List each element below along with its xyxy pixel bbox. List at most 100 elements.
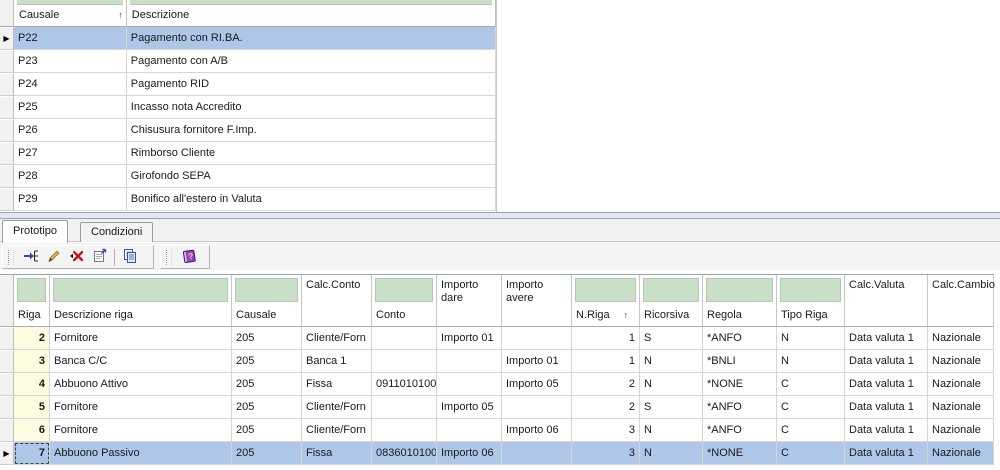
cell-calc_cambio[interactable]: Nazionale <box>928 442 994 465</box>
cell-riga[interactable]: 6 <box>14 419 50 442</box>
row-selector[interactable] <box>0 350 14 373</box>
filter-box[interactable] <box>17 278 46 302</box>
table-row[interactable]: 4Abbuono Attivo205Fissa0911010100Importo… <box>0 373 994 396</box>
cell-causale[interactable]: 205 <box>232 373 302 396</box>
table-row[interactable]: 2Fornitore205Cliente/FornImporto 011S*AN… <box>0 327 994 350</box>
cell-importo_avere[interactable]: Importo 05 <box>502 373 572 396</box>
cell-tipo_riga[interactable]: N <box>777 327 845 350</box>
cell-conto[interactable] <box>372 327 437 350</box>
table-row[interactable]: ▶7Abbuono Passivo205Fissa0836010100Impor… <box>0 442 994 465</box>
column-header-descrizione[interactable]: Descrizione <box>127 0 496 27</box>
cell-calc_valuta[interactable]: Data valuta 1 <box>845 396 928 419</box>
row-selector[interactable] <box>0 327 14 350</box>
cell-calc_valuta[interactable]: Data valuta 1 <box>845 442 928 465</box>
row-selector[interactable] <box>0 119 14 142</box>
cell-n_riga[interactable]: 3 <box>572 442 640 465</box>
column-header-calc_cambio[interactable]: Calc.Cambio <box>928 275 994 327</box>
cell-tipo_riga[interactable]: C <box>777 419 845 442</box>
table-row[interactable]: P23Pagamento con A/B <box>0 50 496 73</box>
cell-ricorsiva[interactable]: S <box>640 396 703 419</box>
cell-conto[interactable] <box>372 419 437 442</box>
cell-riga[interactable]: 3 <box>14 350 50 373</box>
cell-calc_valuta[interactable]: Data valuta 1 <box>845 419 928 442</box>
cell-importo_dare[interactable] <box>437 373 502 396</box>
toolbar-grip[interactable] <box>8 250 14 265</box>
copy-button[interactable] <box>118 247 141 268</box>
row-selector[interactable]: ▶ <box>0 27 14 50</box>
cell-causale[interactable]: 205 <box>232 350 302 373</box>
cell-causale[interactable]: 205 <box>232 442 302 465</box>
cell-calc_conto[interactable]: Fissa <box>302 442 372 465</box>
column-header-calc_conto[interactable]: Calc.Conto <box>302 275 372 327</box>
cell-conto[interactable]: 0911010100 <box>372 373 437 396</box>
cell-causale[interactable]: P28 <box>14 165 127 188</box>
row-selector[interactable] <box>0 419 14 442</box>
row-selector[interactable] <box>0 396 14 419</box>
cell-descrizione[interactable]: Pagamento con RI.BA. <box>127 27 496 50</box>
cell-n_riga[interactable]: 3 <box>572 419 640 442</box>
cell-descrizione[interactable]: Fornitore <box>50 419 232 442</box>
table-row[interactable]: P26Chisusura fornitore F.Imp. <box>0 119 496 142</box>
cell-causale[interactable]: P22 <box>14 27 127 50</box>
delete-button[interactable] <box>65 247 88 268</box>
cell-importo_dare[interactable]: Importo 01 <box>437 327 502 350</box>
cell-descrizione[interactable]: Rimborso Cliente <box>127 142 496 165</box>
column-header-regola[interactable]: Regola <box>703 275 777 327</box>
cell-importo_dare[interactable]: Importo 05 <box>437 396 502 419</box>
cell-calc_cambio[interactable]: Nazionale <box>928 327 994 350</box>
cell-calc_conto[interactable]: Cliente/Forn <box>302 396 372 419</box>
cell-descrizione[interactable]: Abbuono Passivo <box>50 442 232 465</box>
cell-calc_conto[interactable]: Fissa <box>302 373 372 396</box>
row-selector[interactable] <box>0 96 14 119</box>
cell-regola[interactable]: *ANFO <box>703 327 777 350</box>
tab-prototipo[interactable]: Prototipo <box>2 220 68 243</box>
cell-calc_conto[interactable]: Banca 1 <box>302 350 372 373</box>
cell-ricorsiva[interactable]: N <box>640 373 703 396</box>
filter-box[interactable] <box>375 278 433 302</box>
cell-descrizione[interactable]: Incasso nota Accredito <box>127 96 496 119</box>
filter-box[interactable] <box>643 278 699 302</box>
cell-regola[interactable]: *BNLI <box>703 350 777 373</box>
cell-descrizione[interactable]: Chisusura fornitore F.Imp. <box>127 119 496 142</box>
cell-tipo_riga[interactable]: C <box>777 373 845 396</box>
cell-causale[interactable]: P29 <box>14 188 127 211</box>
cell-causale[interactable]: P24 <box>14 73 127 96</box>
cell-riga[interactable]: 2 <box>14 327 50 350</box>
cell-regola[interactable]: *ANFO <box>703 419 777 442</box>
cell-calc_conto[interactable]: Cliente/Forn <box>302 327 372 350</box>
column-header-riga[interactable]: Riga <box>14 275 50 327</box>
edit-button[interactable] <box>42 247 65 268</box>
cell-riga[interactable]: 7 <box>14 442 50 465</box>
cell-descrizione[interactable]: Fornitore <box>50 396 232 419</box>
help-button[interactable]: ? <box>177 247 200 268</box>
cell-descrizione[interactable]: Pagamento RID <box>127 73 496 96</box>
column-header-n_riga[interactable]: N.Riga↑ <box>572 275 640 327</box>
row-selector[interactable] <box>0 373 14 396</box>
table-row[interactable]: P25Incasso nota Accredito <box>0 96 496 119</box>
cell-descrizione[interactable]: Bonifico all'estero in Valuta <box>127 188 496 211</box>
cell-n_riga[interactable]: 2 <box>572 396 640 419</box>
cell-calc_valuta[interactable]: Data valuta 1 <box>845 373 928 396</box>
cell-calc_valuta[interactable]: Data valuta 1 <box>845 327 928 350</box>
cell-descrizione[interactable]: Banca C/C <box>50 350 232 373</box>
toolbar-grip[interactable] <box>166 250 172 265</box>
cell-causale[interactable]: P27 <box>14 142 127 165</box>
table-row[interactable]: P28Girofondo SEPA <box>0 165 496 188</box>
cell-tipo_riga[interactable]: N <box>777 350 845 373</box>
cell-calc_cambio[interactable]: Nazionale <box>928 373 994 396</box>
cell-tipo_riga[interactable]: C <box>777 442 845 465</box>
column-header-tipo_riga[interactable]: Tipo Riga <box>777 275 845 327</box>
cell-regola[interactable]: *NONE <box>703 442 777 465</box>
cell-causale[interactable]: P25 <box>14 96 127 119</box>
filter-box[interactable] <box>706 278 773 302</box>
column-header-causale[interactable]: Causale <box>232 275 302 327</box>
cell-conto[interactable] <box>372 396 437 419</box>
cell-ricorsiva[interactable]: N <box>640 419 703 442</box>
cell-causale[interactable]: 205 <box>232 327 302 350</box>
cell-tipo_riga[interactable]: C <box>777 396 845 419</box>
cell-importo_avere[interactable] <box>502 396 572 419</box>
cell-ricorsiva[interactable]: N <box>640 442 703 465</box>
cell-descrizione[interactable]: Fornitore <box>50 327 232 350</box>
tab-condizioni[interactable]: Condizioni <box>80 222 153 242</box>
column-header-descrizione[interactable]: Descrizione riga <box>50 275 232 327</box>
